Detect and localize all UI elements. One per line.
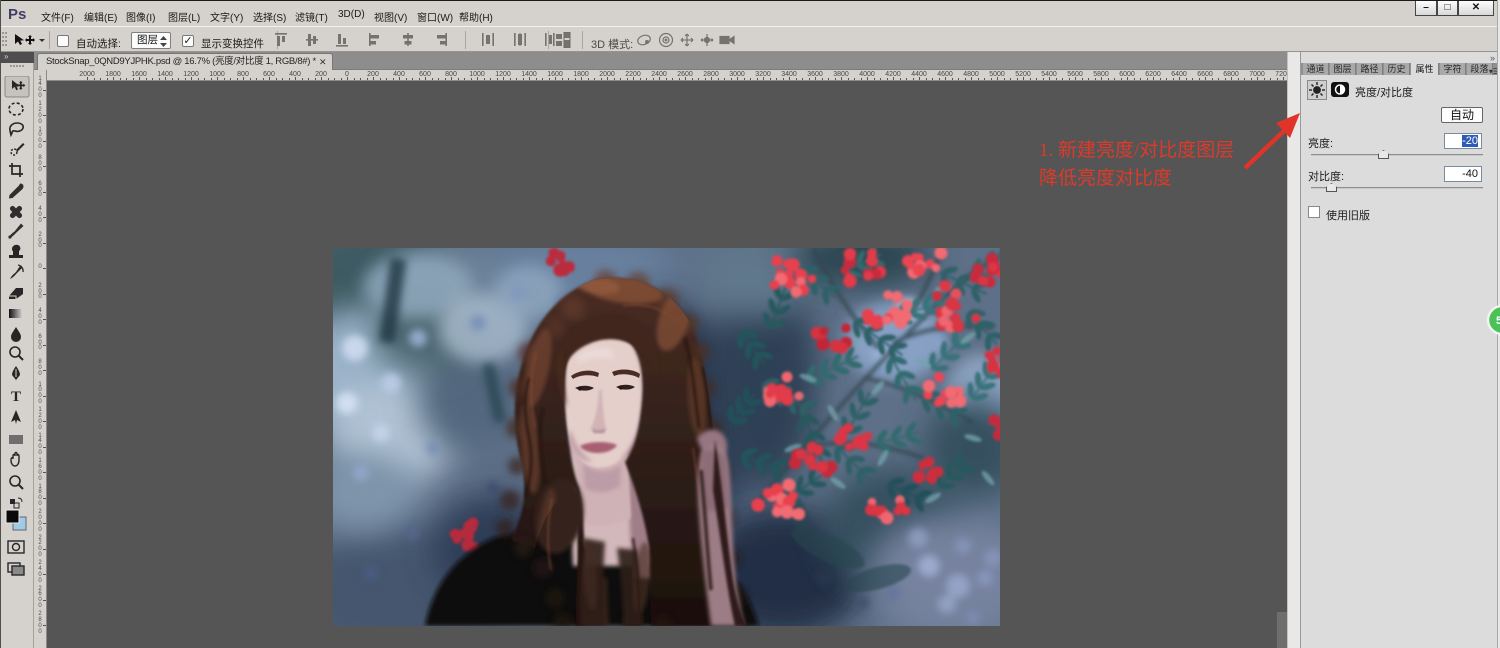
svg-text:T: T — [11, 389, 21, 405]
svg-text:5+: 5+ — [1496, 315, 1500, 327]
